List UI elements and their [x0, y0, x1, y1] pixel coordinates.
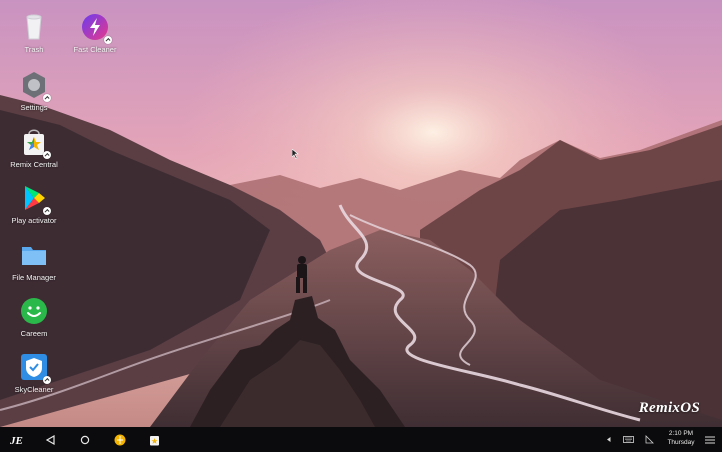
lightning-icon: [80, 12, 112, 44]
keyboard-button[interactable]: [620, 427, 636, 452]
back-button[interactable]: [42, 427, 60, 452]
desktop-icon-label: File Manager: [12, 273, 56, 282]
signal-icon: [645, 435, 654, 444]
shield-check-icon: [19, 352, 51, 384]
caret-left-icon: [607, 437, 611, 442]
tray-expand-button[interactable]: [604, 427, 614, 452]
clock-time: 2:10 PM: [668, 430, 694, 437]
start-menu-icon: JE: [10, 435, 23, 446]
shortcut-badge-icon: [43, 376, 51, 384]
home-button[interactable]: [76, 427, 94, 452]
desktop-icon-label: Careem: [20, 329, 48, 338]
signal-button[interactable]: [642, 427, 656, 452]
desktop-icon-label: Play activator: [11, 216, 57, 225]
shortcut-badge-icon: [43, 94, 51, 102]
notification-menu-icon: [705, 436, 715, 443]
back-icon: [46, 434, 55, 445]
play-store-icon: [19, 183, 51, 215]
desktop-icon-label: Settings: [20, 103, 48, 112]
taskbar-app-remix-central[interactable]: [145, 427, 163, 452]
shortcut-badge-icon: [43, 151, 51, 159]
desktop-icon-skycleaner[interactable]: SkyCleaner: [4, 352, 64, 394]
taskbar: JE 2:10 PM Thursday: [0, 427, 722, 452]
remix-central-icon: [149, 435, 159, 445]
keyboard-icon: [622, 436, 634, 443]
shortcut-badge-icon: [43, 207, 51, 215]
gear-icon: [19, 70, 51, 102]
desktop: Trash Fast Cleaner Settings Remix Centra…: [0, 0, 722, 427]
wallpaper: [0, 0, 722, 427]
desktop-icon-file-manager[interactable]: File Manager: [4, 240, 64, 282]
desktop-icon-fast-cleaner[interactable]: Fast Cleaner: [65, 12, 125, 54]
start-menu-button[interactable]: JE: [6, 427, 28, 452]
desktop-icon-settings[interactable]: Settings: [4, 70, 64, 112]
svg-text:JE: JE: [10, 435, 23, 446]
mouse-cursor-icon: [292, 149, 299, 159]
shortcut-badge-icon: [104, 36, 112, 44]
desktop-icon-play-activator[interactable]: Play activator: [4, 183, 64, 225]
desktop-icon-label: Remix Central: [10, 160, 58, 169]
desktop-icon-label: Fast Cleaner: [73, 45, 117, 54]
star-bag-icon: [19, 127, 51, 159]
notification-center-button[interactable]: [702, 427, 718, 452]
trash-icon: [19, 12, 49, 42]
desktop-icon-label: SkyCleaner: [14, 385, 54, 394]
home-icon: [80, 435, 90, 444]
desktop-icon-careem[interactable]: Careem: [4, 296, 64, 338]
remixos-watermark: RemixOS: [638, 400, 700, 416]
smiley-icon: [19, 296, 49, 326]
clock-day: Thursday: [667, 438, 695, 446]
desktop-icon-remix-central[interactable]: Remix Central: [4, 127, 64, 169]
folder-icon: [19, 240, 49, 270]
taskbar-app-yellow[interactable]: [111, 427, 129, 452]
desktop-icon-label: Trash: [24, 45, 44, 54]
taskbar-clock[interactable]: 2:10 PM Thursday: [664, 430, 698, 447]
yellow-app-icon: [114, 434, 126, 445]
desktop-icon-trash[interactable]: Trash: [4, 12, 64, 54]
